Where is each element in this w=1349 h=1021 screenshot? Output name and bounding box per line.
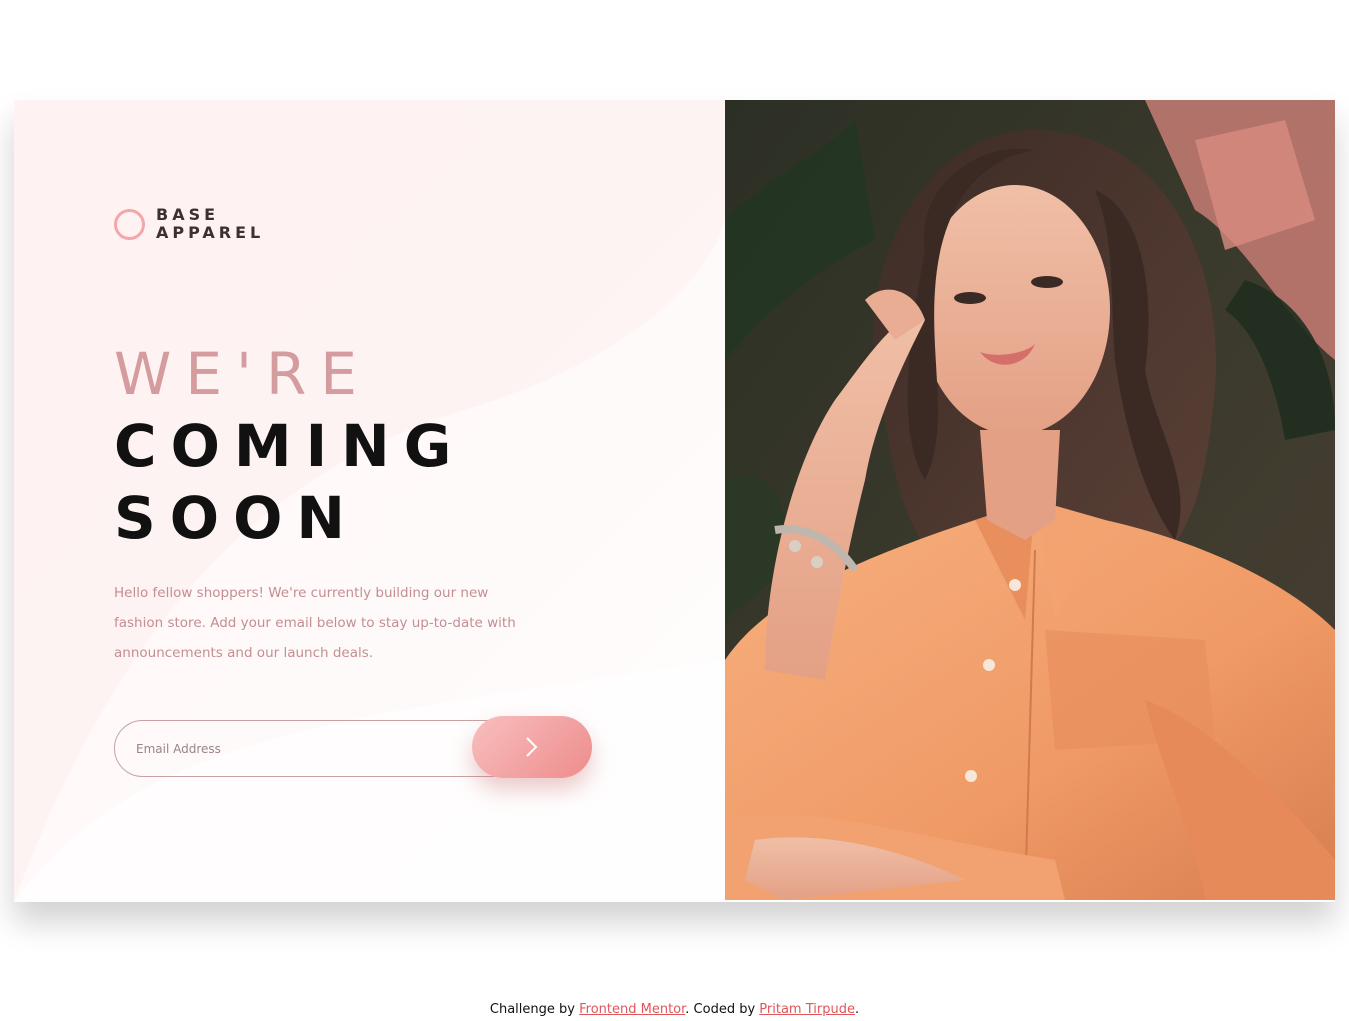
footer-middle: . Coded by [685, 1002, 760, 1017]
content-panel: BASE APPAREL WE'RE COMING SOON Hello fel… [14, 100, 725, 902]
brand-line-2: APPAREL [156, 223, 265, 242]
heading-line-2: COMING [114, 412, 466, 480]
submit-button[interactable] [472, 716, 592, 778]
brand-name: BASE APPAREL [156, 206, 264, 242]
hero-description: Hello fellow shoppers! We're currently b… [114, 585, 516, 661]
chevron-right-icon [526, 737, 538, 757]
author-link[interactable]: Pritam Tirpude [759, 1002, 855, 1017]
brand-logo[interactable]: BASE APPAREL [114, 206, 264, 242]
landing-card: BASE APPAREL WE'RE COMING SOON Hello fel… [14, 100, 1335, 902]
frontend-mentor-link[interactable]: Frontend Mentor [579, 1002, 685, 1017]
woman-in-orange-shirt-photo [725, 100, 1335, 900]
footer-prefix: Challenge by [489, 1002, 580, 1017]
heading-line-1: WE'RE [114, 340, 371, 408]
brand-line-1: BASE [156, 205, 220, 224]
logo-ring-icon [114, 208, 145, 240]
hero-photo [725, 100, 1335, 900]
hero-heading: WE'RE COMING SOON [114, 338, 465, 554]
footer-suffix: . [854, 1002, 860, 1017]
heading-line-3: SOON [114, 484, 359, 552]
subscribe-form [114, 716, 592, 778]
attribution-footer: Challenge by Frontend Mentor. Coded by P… [0, 1002, 1349, 1017]
